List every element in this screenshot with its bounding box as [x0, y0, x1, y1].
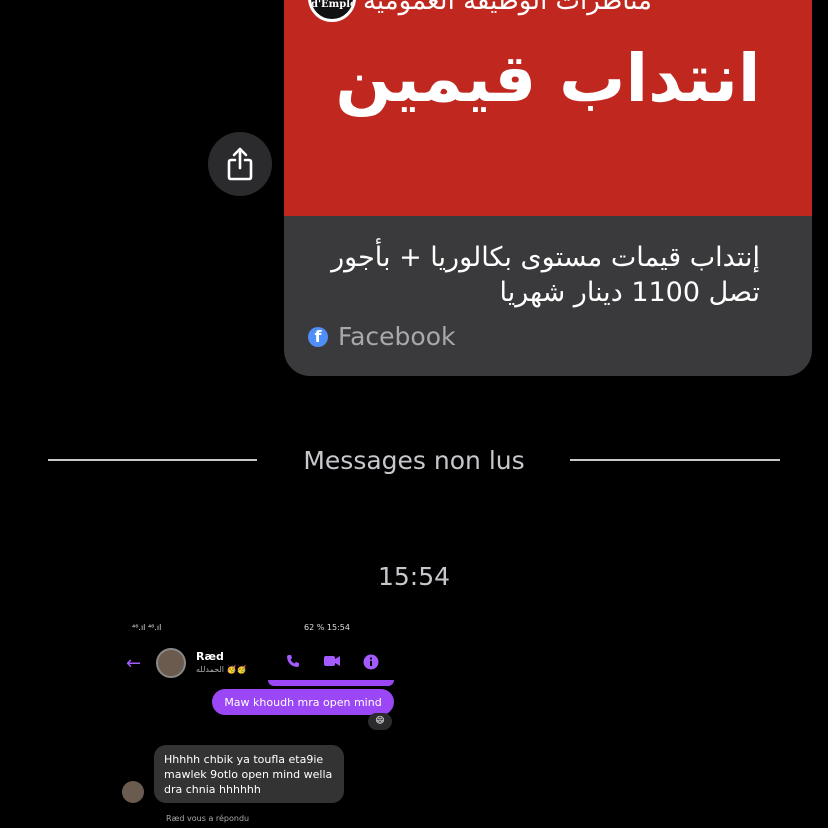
hero-text: انتداب قيمين: [335, 40, 761, 117]
previous-outgoing-bubble: [268, 680, 394, 686]
card-title: إنتداب قيمات مستوى بكالوريا + بأجور تصل …: [331, 242, 760, 308]
phone-icon: [286, 654, 300, 672]
page-avatar-text: d'Emploi: [311, 0, 356, 10]
sender-avatar: [122, 781, 144, 803]
unread-divider-label: Messages non lus: [303, 446, 525, 475]
facebook-icon: f: [308, 326, 328, 347]
status-bar-battery-time: 62 % 15:54: [304, 623, 350, 632]
message-timestamp: 15:54: [377, 562, 451, 591]
shared-link-card[interactable]: d'Emploi مناظرات الوظيفة العمومية انتداب…: [284, 0, 812, 376]
incoming-message: Hhhhh chbik ya toufla eta9ie mawlek 9otl…: [154, 745, 344, 803]
share-button[interactable]: [208, 132, 272, 196]
video-call-icon: [323, 654, 341, 672]
page-name: مناظرات الوظيفة العمومية: [362, 0, 652, 16]
info-icon: [363, 654, 379, 674]
contact-name: Ræd: [196, 650, 224, 663]
page-avatar: d'Emploi: [308, 0, 356, 22]
share-icon: [227, 147, 253, 181]
card-hero-image: d'Emploi مناظرات الوظيفة العمومية انتداب…: [284, 0, 812, 216]
back-arrow-icon: ←: [126, 653, 142, 674]
outgoing-message: Maw khoudh mra open mind: [212, 689, 394, 715]
contact-avatar: [156, 648, 186, 678]
card-source-label: Facebook: [338, 322, 456, 351]
image-attachment[interactable]: ⁴⁶.ıl ⁴⁶.ıl 62 % 15:54 ← Ræd الحمدلله 🥳🥳…: [118, 618, 400, 828]
card-source: f Facebook: [308, 322, 455, 351]
contact-status: الحمدلله 🥳🥳: [196, 665, 247, 674]
status-bar-signal: ⁴⁶.ıl ⁴⁶.ıl: [132, 623, 162, 632]
reply-note: Ræd vous a répondu: [166, 814, 250, 823]
message-reaction: 😄: [368, 713, 392, 730]
